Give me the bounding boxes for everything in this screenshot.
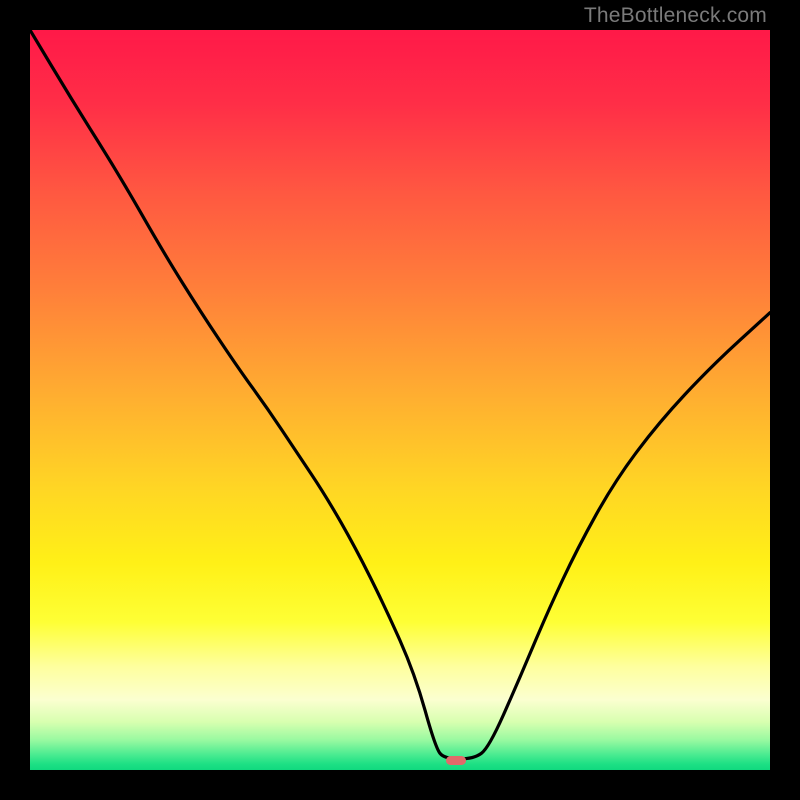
optimal-marker [446,756,466,765]
background-gradient [30,30,770,770]
watermark-text: TheBottleneck.com [584,4,767,28]
chart-frame: TheBottleneck.com [0,0,800,800]
plot-area [30,30,770,770]
